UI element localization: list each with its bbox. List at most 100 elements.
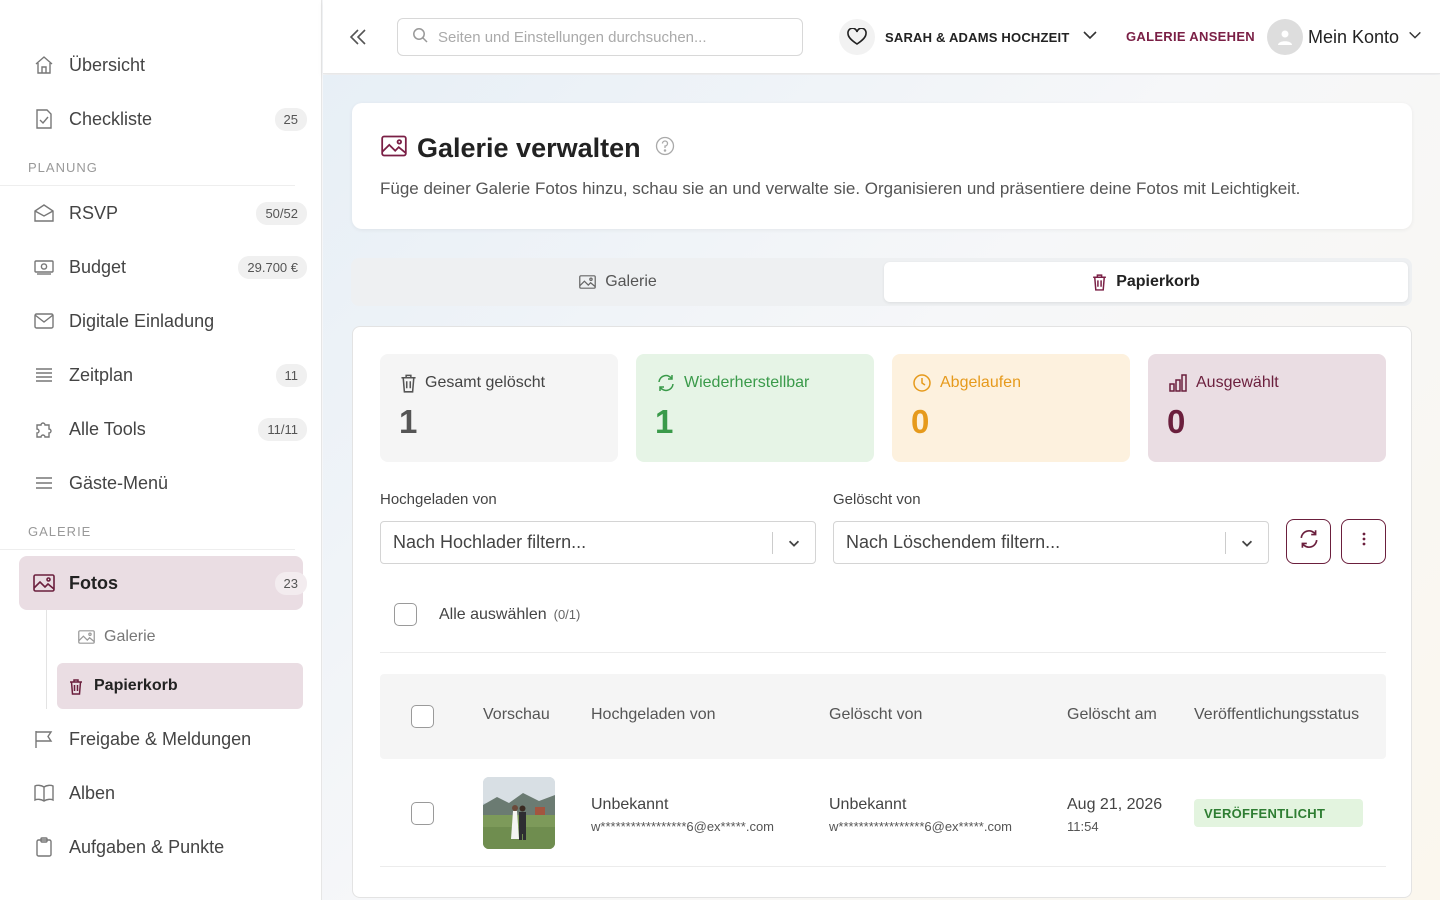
search-icon [412,27,428,48]
filter-label-uploaded-by: Hochgeladen von [380,491,497,508]
sidebar-item-freigabe[interactable]: Freigabe & Meldungen [0,712,303,766]
deleted-time: 11:54 [1067,819,1099,834]
tab-label: Galerie [605,273,657,290]
select-all-row[interactable]: Alle auswählen (0/1) [394,603,580,626]
sidebar-item-alle-tools[interactable]: Alle Tools 11/11 [0,402,307,456]
table-header: Vorschau Hochgeladen von Gelöscht von Ge… [380,674,1386,759]
chevron-down-icon [1226,535,1268,551]
sidebar-item-uebersicht[interactable]: Übersicht [0,38,303,92]
sidebar-item-aufgaben[interactable]: Aufgaben & Punkte [0,820,303,874]
flag-icon [33,728,55,750]
more-vertical-icon [1362,532,1366,551]
sidebar-item-fotos[interactable]: Fotos 23 [19,556,307,610]
page-description: Füge deiner Galerie Fotos hinzu, schau s… [380,179,1301,198]
sidebar-item-label: Checkliste [69,108,153,129]
select-all-label: Alle auswählen [439,605,547,623]
deleter-name: Unbekannt [829,796,907,813]
sidebar-item-checkliste[interactable]: Checkliste 25 [0,92,307,146]
avatar [1267,19,1303,55]
sidebar-item-digitale-einladung[interactable]: Digitale Einladung [0,294,303,348]
sidebar-item-rsvp[interactable]: RSVP 50/52 [0,186,307,240]
count-badge: 25 [274,107,307,131]
row-checkbox[interactable] [411,802,434,825]
stat-value: 0 [1167,403,1186,440]
count-badge: 11 [275,363,307,387]
clipboard-icon [33,836,55,858]
tab-label: Papierkorb [1116,273,1200,290]
sidebar-subitem-papierkorb[interactable]: Papierkorb [57,663,303,709]
select-value: Nach Hochlader filtern... [393,532,587,552]
money-icon [33,256,55,278]
deleted-at-cell: Aug 21, 2026 11:54 [1067,796,1162,834]
main-content: Galerie verwalten Füge deiner Galerie Fo… [323,75,1440,900]
uploader-name: Unbekannt [591,796,669,813]
wedding-selector[interactable]: SARAH & ADAMS HOCHZEIT [839,18,1099,56]
tab-bar: Galerie Papierkorb [351,258,1412,306]
deleter-filter-select[interactable]: Nach Löschendem filtern... [833,521,1269,564]
sidebar-item-budget[interactable]: Budget 29.700 € [0,240,307,294]
stat-label: Gesamt gelöscht [425,374,546,391]
sidebar-item-label: Digitale Einladung [69,310,215,331]
puzzle-icon [33,418,55,440]
clock-icon [912,373,932,393]
sidebar-subitem-galerie[interactable]: Galerie [57,614,303,660]
amount-badge: 29.700 € [238,255,307,279]
page-title: Galerie verwalten [417,133,641,163]
uploader-filter-select[interactable]: Nach Hochlader filtern... [380,521,816,564]
sidebar-item-label: Freigabe & Meldungen [69,728,252,749]
wedding-name: SARAH & ADAMS HOCHZEIT [885,29,1070,45]
more-options-button[interactable] [1341,519,1386,564]
search-input[interactable] [438,28,778,46]
envelope-open-icon [33,202,55,224]
select-all-count: (0/1) [553,607,581,622]
count-badge: 23 [274,571,307,595]
select-all-checkbox[interactable] [394,603,417,626]
sidebar-subnav: Galerie Papierkorb [46,610,321,709]
uploader-email: w*****************6@ex*****.com [591,819,775,834]
trash-content-card: Gesamt gelöscht 1 Wiederherstellbar 1 Ab… [352,326,1412,898]
divider [380,652,1386,653]
column-header-deleted-at: Gelöscht am [1067,706,1157,723]
column-header-preview: Vorschau [483,706,550,723]
help-icon[interactable] [655,136,675,161]
deleter-email: w*****************6@ex*****.com [829,819,1013,834]
bar-chart-icon [1168,373,1188,393]
status-badge: VERÖFFENTLICHT [1194,799,1363,827]
image-icon [33,572,55,594]
count-badge: 11/11 [258,417,307,441]
column-header-status: Veröffentlichungsstatus [1194,706,1360,723]
view-gallery-link[interactable]: GALERIE ANSEHEN [1126,29,1255,44]
mail-icon [33,310,55,332]
header-checkbox[interactable] [411,705,434,728]
sidebar-item-gaeste-menue[interactable]: Gäste-Menü [0,456,303,510]
stat-label: Wiederherstellbar [684,374,810,391]
stat-expired: Abgelaufen 0 [892,354,1130,462]
tab-papierkorb[interactable]: Papierkorb [884,262,1408,302]
stat-selected: Ausgewählt 0 [1148,354,1386,462]
tab-galerie[interactable]: Galerie [355,262,881,302]
chevron-down-icon [1081,26,1099,49]
stat-restorable: Wiederherstellbar 1 [636,354,874,462]
checklist-icon [33,108,55,130]
sidebar-item-label: Fotos [69,572,118,593]
filter-label-deleted-by: Gelöscht von [833,491,921,508]
sidebar-item-label: Budget [69,256,127,277]
count-badge: 50/52 [256,201,307,225]
photo-thumbnail[interactable] [483,777,555,849]
refresh-button[interactable] [1286,519,1331,564]
table-row[interactable]: Unbekannt w*****************6@ex*****.co… [380,759,1386,867]
refresh-icon [1298,528,1320,555]
column-header-deleted-by: Gelöscht von [829,706,923,723]
image-icon [77,628,95,646]
stat-total-deleted: Gesamt gelöscht 1 [380,354,618,462]
sidebar-item-zeitplan[interactable]: Zeitplan 11 [0,348,307,402]
sidebar-item-alben[interactable]: Alben [0,766,303,820]
trash-icon [400,373,417,393]
chevron-down-icon [773,535,815,551]
sidebar-item-label: Gäste-Menü [69,472,169,493]
list-icon [33,364,55,386]
collapse-sidebar-icon[interactable] [345,24,371,50]
sidebar-item-label: RSVP [69,202,119,223]
account-menu[interactable]: Mein Konto [1267,18,1423,56]
sidebar: Übersicht Checkliste 25 PLANUNG RSVP 50/… [0,0,322,900]
